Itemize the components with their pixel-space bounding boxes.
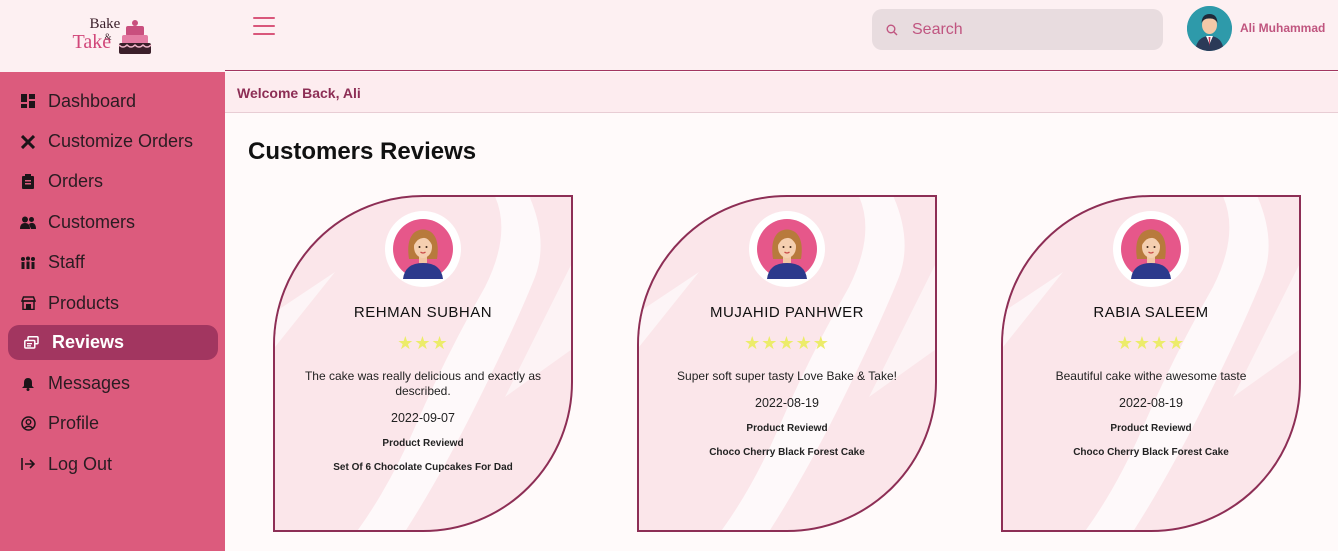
reviewer-avatar	[385, 211, 461, 287]
sidebar-item-logout[interactable]: Log Out	[0, 444, 225, 484]
product-name: Choco Cherry Black Forest Cake	[709, 447, 865, 458]
sidebar-item-label: Dashboard	[48, 90, 137, 111]
product-label: Product Reviewd	[1110, 423, 1192, 434]
cake-icon	[117, 20, 152, 54]
woman-avatar-icon	[1121, 219, 1181, 279]
sidebar-item-label: Customize Orders	[48, 131, 194, 152]
profile-icon	[20, 416, 36, 432]
search-box[interactable]	[872, 9, 1163, 50]
sidebar-item-messages[interactable]: Messages	[0, 363, 225, 403]
bell-icon	[20, 376, 36, 392]
menu-toggle-icon[interactable]	[253, 17, 275, 35]
reviewer-name: RABIA SALEEM	[1093, 304, 1209, 321]
brand-line2: Take	[72, 31, 112, 53]
sidebar-item-staff[interactable]: Staff	[0, 243, 225, 283]
product-label: Product Reviewd	[382, 438, 464, 449]
sidebar-item-label: Customers	[48, 211, 136, 232]
sidebar-item-reviews[interactable]: Reviews	[8, 325, 218, 361]
product-name: Choco Cherry Black Forest Cake	[1073, 447, 1229, 458]
hamburger-line	[253, 33, 275, 35]
sidebar-item-label: Staff	[48, 252, 85, 273]
review-date: 2022-08-19	[755, 396, 819, 410]
review-text: Super soft super tasty Love Bake & Take!	[677, 369, 897, 383]
top-bar: Ali Muhammad	[225, 0, 1338, 71]
hamburger-line	[253, 17, 275, 19]
hamburger-line	[253, 25, 275, 27]
dashboard-icon	[20, 93, 36, 109]
review-text: Beautiful cake withe awesome taste	[1055, 369, 1247, 383]
sidebar-item-label: Messages	[48, 373, 131, 394]
woman-avatar-icon	[757, 219, 817, 279]
welcome-bar: Welcome Back, Ali	[225, 72, 1338, 113]
user-name[interactable]: Ali Muhammad	[1240, 21, 1325, 35]
reviewer-avatar	[1113, 211, 1189, 287]
sidebar-item-profile[interactable]: Profile	[0, 404, 225, 444]
sidebar-nav: Dashboard Customize Orders Orders Custom…	[0, 72, 225, 485]
staff-icon	[20, 255, 36, 271]
reviewer-avatar	[749, 211, 825, 287]
user-avatar-icon	[1187, 6, 1232, 51]
users-icon	[20, 214, 36, 230]
brand-logo[interactable]: Bake & Take	[73, 14, 153, 58]
review-text: The cake was really delicious and exactl…	[304, 369, 542, 398]
sidebar-item-orders[interactable]: Orders	[0, 162, 225, 202]
sidebar-item-label: Profile	[48, 413, 100, 434]
sidebar-item-label: Products	[48, 292, 120, 313]
reviewer-name: REHMAN SUBHAN	[353, 304, 493, 321]
product-name: Set Of 6 Chocolate Cupcakes For Dad	[333, 462, 513, 473]
sidebar-item-label: Log Out	[48, 453, 113, 474]
user-avatar[interactable]	[1187, 6, 1232, 51]
product-label: Product Reviewd	[746, 423, 828, 434]
star-rating: ★★★★	[1116, 333, 1186, 353]
review-date: 2022-09-07	[391, 411, 455, 425]
review-card: REHMAN SUBHAN ★★★ The cake was really de…	[273, 195, 573, 532]
sidebar-item-customize-orders[interactable]: Customize Orders	[0, 121, 225, 161]
sidebar-item-products[interactable]: Products	[0, 283, 225, 323]
logout-icon	[20, 456, 36, 472]
clipboard-icon	[20, 174, 36, 190]
star-rating: ★★★★★	[744, 333, 830, 353]
reviewer-name: MUJAHID PANHWER	[710, 304, 864, 321]
review-card: RABIA SALEEM ★★★★ Beautiful cake withe a…	[1001, 195, 1301, 532]
logo-area[interactable]: Bake & Take	[0, 0, 225, 72]
sidebar-item-label: Orders	[48, 171, 104, 192]
review-card: MUJAHID PANHWER ★★★★★ Super soft super t…	[637, 195, 937, 532]
star-rating: ★★★	[397, 333, 449, 353]
store-icon	[20, 295, 36, 311]
woman-avatar-icon	[393, 219, 453, 279]
sidebar-item-dashboard[interactable]: Dashboard	[0, 81, 225, 121]
search-input[interactable]	[912, 20, 1142, 39]
search-icon	[886, 24, 898, 35]
page-title: Customers Reviews	[248, 138, 477, 165]
review-date: 2022-08-19	[1119, 396, 1183, 410]
reviews-icon	[23, 335, 39, 351]
sidebar: Bake & Take Dashboard Customize Orders O…	[0, 0, 225, 551]
sidebar-item-customers[interactable]: Customers	[0, 202, 225, 242]
welcome-text: Welcome Back, Ali	[237, 85, 361, 101]
tools-icon	[20, 134, 36, 150]
sidebar-item-label: Reviews	[52, 332, 125, 353]
